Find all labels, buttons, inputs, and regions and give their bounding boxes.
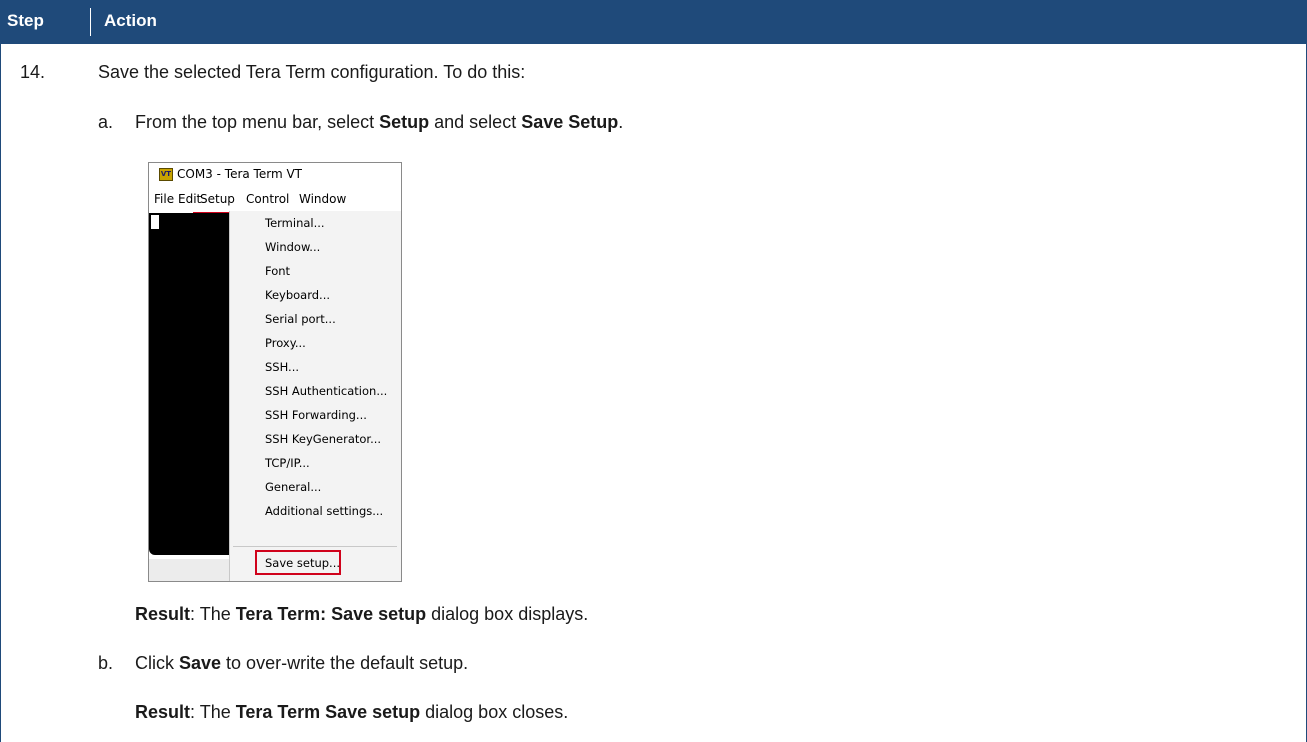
menu-item-ssh[interactable]: SSH... (265, 360, 299, 374)
tera-term-app-icon: VT (159, 168, 173, 181)
menu-separator (233, 546, 397, 547)
menu-item-keyboard[interactable]: Keyboard... (265, 288, 330, 302)
terminal-cursor (151, 215, 159, 229)
substep-b-result: Result: The Tera Term Save setup dialog … (135, 702, 569, 722)
header-divider (90, 8, 91, 36)
menu-item-general[interactable]: General... (265, 480, 321, 494)
menu-file[interactable]: File (154, 192, 174, 206)
substep-b-text: Click Save to over-write the default set… (135, 653, 469, 673)
step-column-header: Step (7, 11, 44, 30)
status-strip (149, 559, 231, 581)
menu-item-window[interactable]: Window... (265, 240, 320, 254)
menu-item-ssh-forwarding[interactable]: SSH Forwarding... (265, 408, 367, 422)
step-number: 14. (20, 62, 46, 82)
menubar: File Edit Setup Control Window (149, 189, 401, 233)
menu-item-proxy[interactable]: Proxy... (265, 336, 306, 350)
step-intro: Save the selected Tera Term configuratio… (98, 62, 526, 82)
substep-b-letter: b. (98, 653, 114, 673)
menu-window[interactable]: Window (299, 192, 346, 206)
table-header: Step Action (0, 0, 1307, 44)
substep-a-letter: a. (98, 112, 114, 132)
menu-item-font[interactable]: Font (265, 264, 290, 278)
window-titlebar: VT COM3 - Tera Term VT (149, 163, 401, 187)
substep-a-result: Result: The Tera Term: Save setup dialog… (135, 604, 589, 624)
save-setup-highlight-box (255, 550, 341, 575)
menu-control[interactable]: Control (246, 192, 289, 206)
substep-a-text: From the top menu bar, select Setup and … (135, 112, 624, 132)
menu-edit[interactable]: Edit (178, 192, 201, 206)
menu-item-terminal[interactable]: Terminal... (265, 216, 325, 230)
procedure-table: Step Action 14. Save the selected Tera T… (0, 0, 1307, 742)
menu-item-tcpip[interactable]: TCP/IP... (265, 456, 310, 470)
setup-dropdown-menu: Terminal... Window... Font Keyboard... S… (229, 211, 401, 581)
menu-setup[interactable]: Setup (200, 192, 235, 206)
menu-item-ssh-authentication[interactable]: SSH Authentication... (265, 384, 387, 398)
action-column-header: Action (104, 11, 157, 30)
window-title: COM3 - Tera Term VT (177, 167, 302, 181)
terminal-area[interactable] (149, 213, 231, 555)
menu-item-serial-port[interactable]: Serial port... (265, 312, 336, 326)
menu-item-additional-settings[interactable]: Additional settings... (265, 504, 383, 518)
tera-term-screenshot: VT COM3 - Tera Term VT File Edit Setup C… (148, 162, 402, 582)
menu-item-ssh-keygenerator[interactable]: SSH KeyGenerator... (265, 432, 381, 446)
